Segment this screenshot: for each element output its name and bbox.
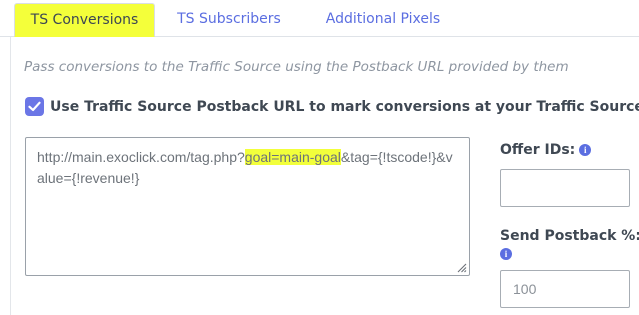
tab-ts-subscribers[interactable]: TS Subscribers bbox=[165, 0, 293, 37]
send-postback-label: Send Postback %: bbox=[500, 228, 639, 244]
check-icon bbox=[28, 101, 41, 112]
use-postback-checkbox-label: Use Traffic Source Postback URL to mark … bbox=[50, 98, 639, 115]
tab-ts-subscribers-label: TS Subscribers bbox=[177, 10, 281, 27]
resize-grip-icon[interactable] bbox=[455, 261, 467, 273]
tab-bar: TS Conversions TS Subscribers Additional… bbox=[0, 0, 639, 37]
tab-ts-conversions[interactable]: TS Conversions bbox=[14, 3, 155, 37]
use-postback-checkbox-row[interactable]: Use Traffic Source Postback URL to mark … bbox=[25, 97, 639, 116]
use-postback-checkbox[interactable] bbox=[25, 97, 44, 116]
postback-url-textarea[interactable]: http://main.exoclick.com/tag.php?goal=ma… bbox=[25, 137, 470, 276]
postback-url-highlight: goal=main-goal bbox=[244, 149, 341, 165]
offer-ids-input[interactable] bbox=[500, 169, 630, 207]
info-icon[interactable]: i bbox=[579, 144, 592, 156]
tab-additional-pixels[interactable]: Additional Pixels bbox=[313, 0, 453, 37]
tab-ts-conversions-label: TS Conversions bbox=[30, 12, 139, 28]
section-description: Pass conversions to the Traffic Source u… bbox=[24, 59, 569, 75]
offer-ids-label-text: Offer IDs: bbox=[500, 142, 576, 158]
offer-ids-label: Offer IDs: i bbox=[500, 142, 592, 158]
info-icon[interactable]: i bbox=[500, 248, 512, 260]
send-postback-percent-value: 100 bbox=[513, 281, 537, 297]
send-postback-label-text: Send Postback %: bbox=[500, 228, 639, 244]
postback-url-prefix: http://main.exoclick.com/tag.php? bbox=[37, 149, 245, 165]
postback-settings-panel: TS Conversions TS Subscribers Additional… bbox=[0, 0, 639, 315]
tab-additional-pixels-label: Additional Pixels bbox=[325, 10, 441, 27]
send-postback-percent-input[interactable]: 100 bbox=[500, 270, 630, 308]
